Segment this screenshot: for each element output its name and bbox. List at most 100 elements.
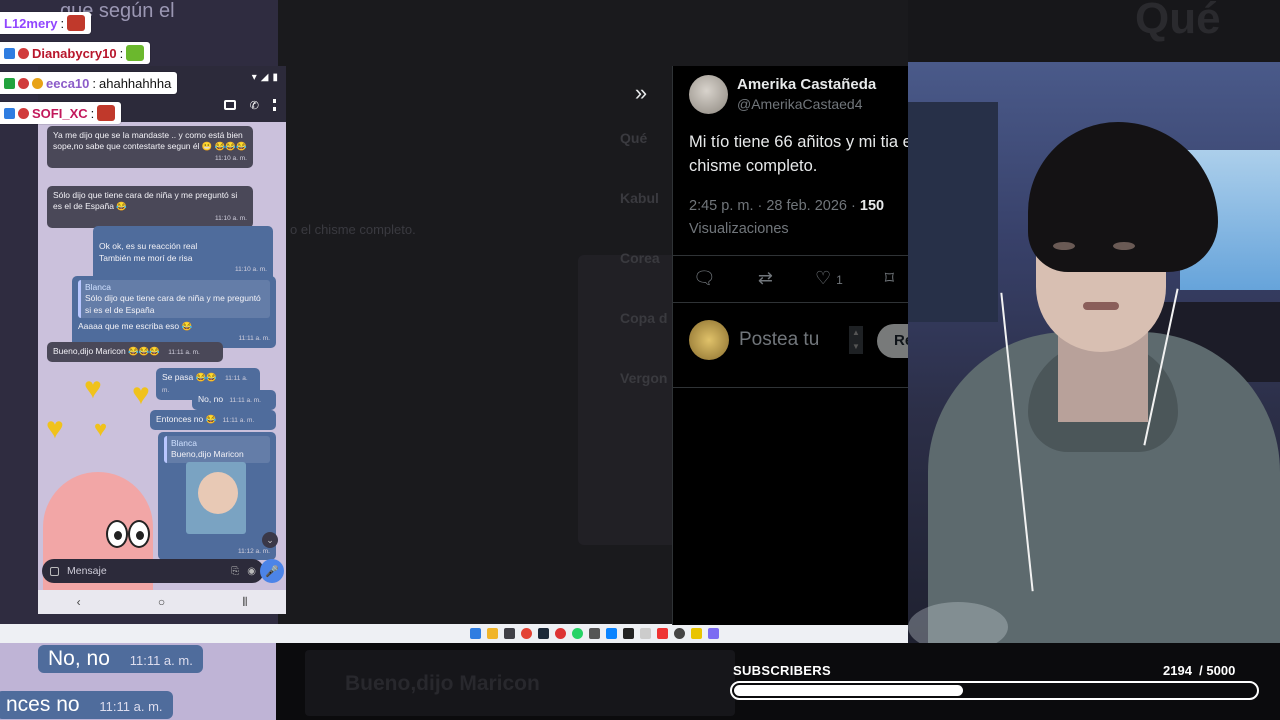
like-count: 1 [836, 273, 843, 287]
camera-icon[interactable]: ◉ [247, 566, 256, 577]
subscriber-badge-icon [4, 47, 15, 59]
scroll-down-icon[interactable]: ⌄ [262, 532, 278, 548]
author-avatar[interactable] [689, 75, 728, 114]
message-input[interactable] [67, 565, 224, 577]
bookmark-icon[interactable]: ⌑ [885, 268, 894, 289]
chat-message-text: ahahhahhha [99, 75, 172, 91]
attach-icon[interactable]: ⎘ [231, 566, 239, 577]
emote-icon [126, 45, 145, 61]
bits-badge-icon [18, 47, 29, 59]
taskbar-app-icon[interactable] [656, 628, 668, 639]
taskbar-app-icon[interactable] [571, 628, 583, 639]
android-nav-bar: ‹ ○ ⫴ [38, 590, 286, 614]
bits-badge-icon [18, 107, 29, 119]
zoomed-message-text: No, no [48, 647, 110, 670]
phone-mirror: ▾ ◢ ▮ ✆ Ya me dijo que se la mandaste ..… [38, 66, 286, 614]
quote-text: Sólo dijo que tiene cara de niña y me pr… [85, 293, 261, 315]
gift-badge-icon [32, 77, 43, 89]
microphone-button[interactable]: 🎤 [260, 559, 284, 583]
patrick-sticker [38, 442, 158, 614]
message-text: Entonces no [156, 414, 204, 424]
video-call-icon[interactable] [223, 100, 236, 110]
quoted-message[interactable]: Blanca Sólo dijo que tiene cara de niña … [78, 280, 270, 319]
image-attachment[interactable] [186, 462, 246, 534]
tweet-timestamp[interactable]: 2:45 p. m. · 28 feb. 2026 · [689, 198, 860, 214]
tweet-panel: Amerika Castañeda @AmerikaCastaed4 Mi tí… [672, 66, 908, 625]
stream-chat-message: L12mery : [0, 12, 92, 34]
zoomed-message-text: nces no [6, 693, 80, 716]
taskbar-app-icon[interactable] [469, 628, 481, 639]
subscriber-progress-bar [730, 681, 1259, 700]
message-bubble: Entonces no 😂 11:11 a. m. [150, 410, 276, 430]
taskbar-app-icon[interactable] [707, 628, 719, 639]
recents-icon[interactable]: ⫴ [242, 595, 247, 610]
chat-messages: Ya me dijo que se la mandaste .. y como … [38, 122, 286, 614]
subscriber-badge-icon [4, 77, 15, 89]
taskbar-app-icon[interactable] [690, 628, 702, 639]
stream-chat-message: Dianabycry10 : [0, 42, 151, 64]
taskbar-app-icon[interactable] [554, 628, 566, 639]
sticker-icon[interactable] [50, 566, 59, 576]
tweet-author-handle[interactable]: @AmerikaCastaed4 [737, 96, 863, 112]
quote-text: Bueno,dijo Maricon [171, 449, 244, 460]
taskbar-app-icon[interactable] [486, 628, 498, 639]
chat-username: eeca10 [46, 75, 90, 91]
subscriber-current: 2194 [1163, 663, 1192, 678]
back-icon[interactable]: ‹ [77, 595, 81, 609]
bottom-ghost-panel: Bueno,dijo Maricon [305, 650, 735, 716]
scroll-arrows-icon[interactable]: ▲ ▼ [849, 326, 863, 354]
retweet-icon[interactable]: ⇄ [758, 268, 773, 289]
message-input-bar: ⎘ ◉ [42, 559, 264, 583]
taskbar-app-icon[interactable] [622, 628, 634, 639]
bottom-ghost-text: Bueno,dijo Maricon [345, 672, 540, 695]
reply-input[interactable]: Postea tu [739, 329, 819, 351]
taskbar-app-icon[interactable] [673, 628, 685, 639]
quoted-message[interactable]: Blanca Bueno,dijo Maricon [164, 436, 270, 463]
message-text: Aaaaa que me escriba eso [78, 321, 180, 332]
subscriber-badge-icon [4, 107, 15, 119]
taskbar-app-icon[interactable] [639, 628, 651, 639]
reply-icon[interactable]: 🗨 [693, 268, 716, 289]
more-options-icon[interactable] [273, 99, 276, 111]
heart-sticker: ♥ [94, 416, 108, 441]
message-bubble: No, no 11:11 a. m. [192, 390, 276, 410]
subscriber-goal-count: 2194 / 5000 [1163, 663, 1235, 678]
home-icon[interactable]: ○ [158, 595, 165, 609]
message-text: No, no [198, 394, 224, 404]
user-avatar [689, 320, 729, 360]
background-ghost-text: o el chisme completo. [290, 222, 416, 237]
subscriber-goal: / 5000 [1199, 663, 1236, 678]
message-time: 11:11 a. m. [168, 349, 200, 356]
tweet-views-label: Visualizaciones [689, 221, 789, 237]
phone-call-icon[interactable]: ✆ [250, 99, 259, 112]
taskbar-app-icon[interactable] [520, 628, 532, 639]
message-text: Sólo dijo que tiene cara de niña y me pr… [53, 190, 238, 212]
divider [673, 302, 908, 303]
message-time: 11:10 a. m. [214, 214, 247, 222]
quote-author: Blanca [85, 282, 111, 292]
heart-sticker: ♥ [46, 412, 64, 445]
taskbar-app-icon[interactable] [605, 628, 617, 639]
bottom-chat-zoom: No, no 11:11 a. m. nces no 11:11 a. m. [0, 643, 276, 720]
message-bubble: Sólo dijo que tiene cara de niña y me pr… [47, 186, 253, 228]
double-chevron-right-icon[interactable]: » [622, 76, 660, 110]
wifi-icon: ▾ [251, 71, 257, 83]
webcam-feed [908, 62, 1280, 643]
stream-chat-message: eeca10 : ahahhahhha [0, 72, 178, 94]
chat-separator: : [119, 45, 124, 61]
background-ghost-list: Qué Kabul Corea Copa d Vergon [620, 130, 668, 386]
tweet-actions: 🗨 ⇄ ♡ 1 ⌑ [693, 268, 908, 289]
chat-separator: : [60, 15, 65, 31]
taskbar-app-icon[interactable] [588, 628, 600, 639]
stream-chat-message: SOFI_XC : [0, 102, 122, 124]
subscriber-goal-label: SUBSCRIBERS [733, 663, 831, 678]
tweet-author-name[interactable]: Amerika Castañeda [737, 76, 876, 93]
taskbar-app-icon[interactable] [537, 628, 549, 639]
chat-username: SOFI_XC [32, 105, 88, 121]
like-button[interactable]: ♡ 1 [815, 268, 843, 289]
taskbar-app-icon[interactable] [503, 628, 515, 639]
emote-icon [67, 15, 86, 31]
background-ghost-title: Qué [1135, 0, 1221, 43]
reply-button[interactable]: Re [877, 324, 908, 358]
message-text: Ok ok, es su reacción real También me mo… [99, 241, 198, 263]
